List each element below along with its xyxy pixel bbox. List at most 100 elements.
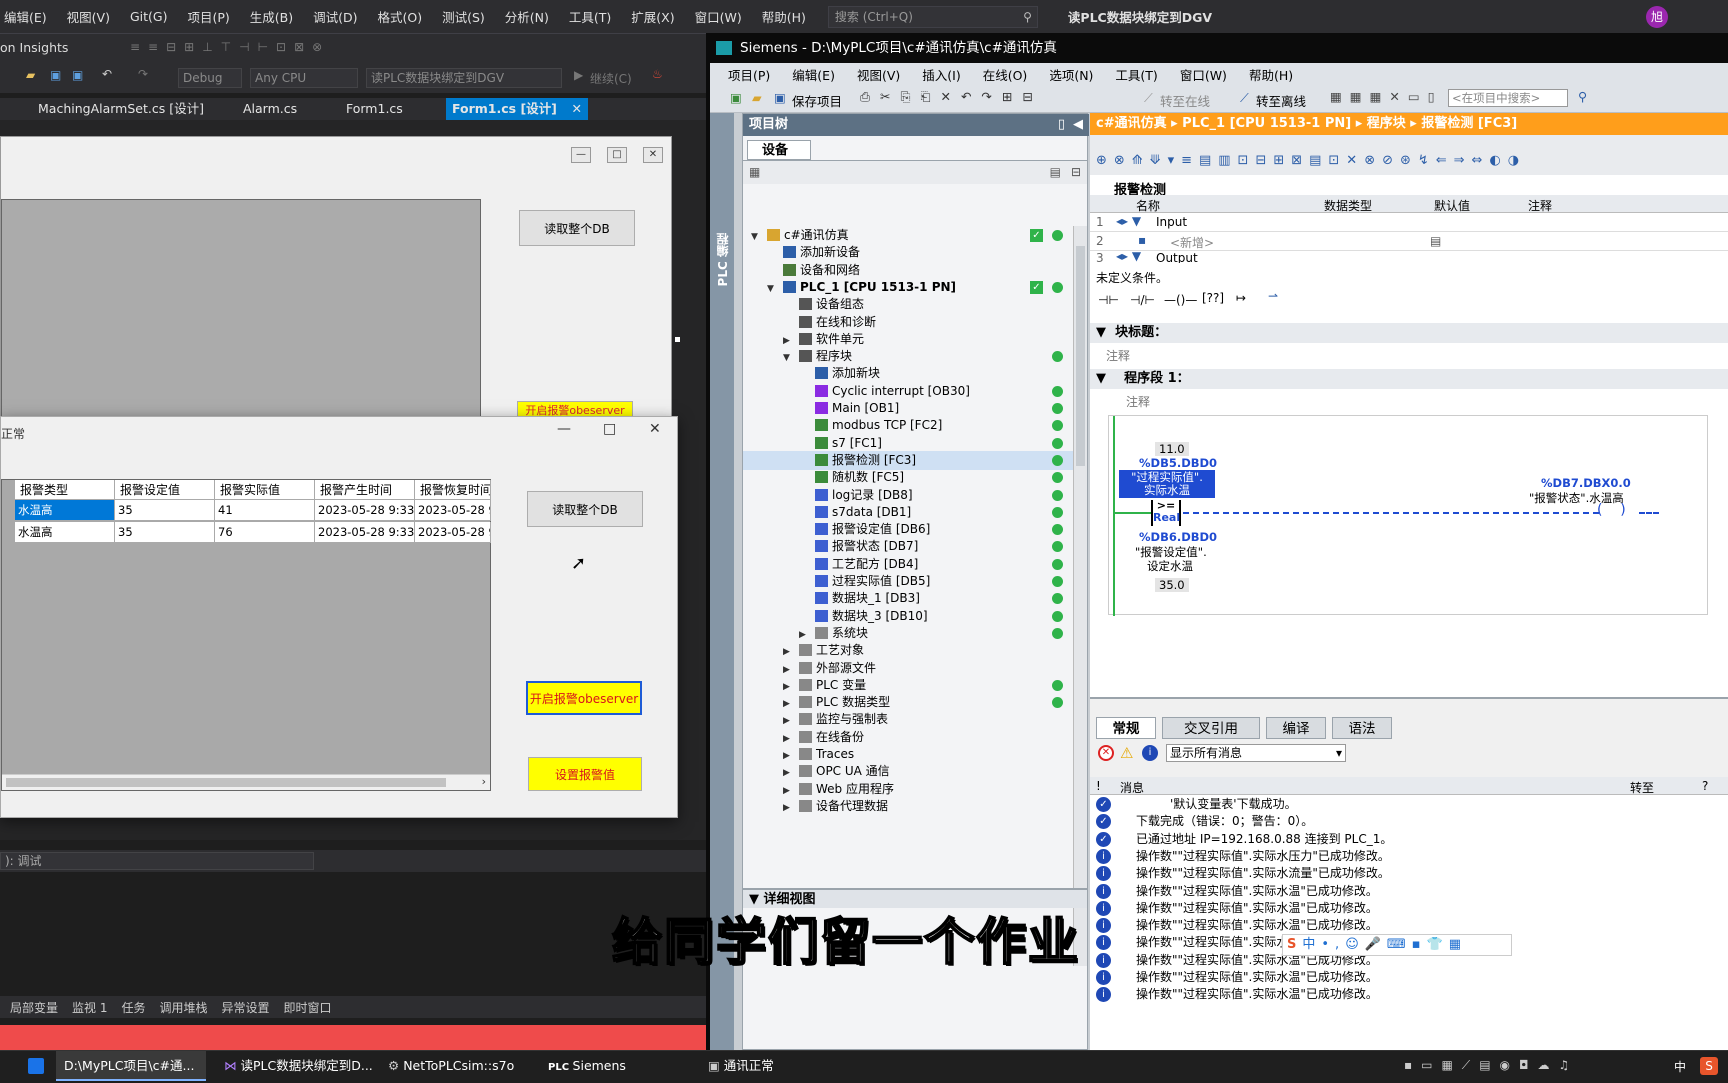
tree-item[interactable]: ▼ PLC_1 [CPU 1513-1 PN] ✓	[743, 278, 1073, 297]
undo-icon[interactable]: ↶	[102, 67, 112, 81]
menu-extensions[interactable]: 扩展(X)	[631, 7, 674, 26]
config-combo[interactable]: Debug	[178, 68, 242, 88]
tab-locals[interactable]: 局部变量	[10, 999, 58, 1016]
menu-edit[interactable]: 编辑(E)	[4, 7, 47, 26]
close-icon[interactable]: ✕	[643, 147, 663, 163]
taskbar-app-icon[interactable]	[28, 1058, 44, 1074]
tree-item[interactable]: ▶ 设备代理数据	[743, 797, 1073, 816]
in1-operand[interactable]: "过程实际值". 实际水温	[1119, 470, 1215, 498]
tree-item[interactable]: ▶ 系统块	[743, 624, 1073, 643]
tree-item[interactable]: ▶ 监控与强制表	[743, 710, 1073, 729]
empty-box-icon[interactable]: [??]	[1202, 291, 1224, 305]
tree-item[interactable]: modbus TCP [FC2]	[743, 416, 1073, 435]
redo-icon[interactable]: ↷	[138, 67, 148, 81]
tree-item[interactable]: 在线和诊断	[743, 313, 1073, 332]
tia-menu-tools[interactable]: 工具(T)	[1115, 65, 1157, 84]
tab-form1-cs[interactable]: Form1.cs	[346, 98, 403, 120]
table-cell[interactable]: 76	[215, 522, 315, 543]
tia-menu-options[interactable]: 选项(N)	[1049, 65, 1093, 84]
minimize-icon[interactable]: —	[571, 147, 591, 163]
save-project-button[interactable]: 保存项目	[792, 91, 842, 110]
continue-label[interactable]: 继续(C)	[590, 70, 632, 87]
table-cell[interactable]: 水温高	[15, 500, 115, 521]
tree-item[interactable]: ▶ PLC 变量	[743, 676, 1073, 695]
chevron-right-icon[interactable]: ›	[482, 775, 486, 788]
devices-tab[interactable]: 设备	[747, 140, 811, 160]
add-new-placeholder[interactable]: <新增>	[1170, 234, 1214, 251]
tree-item[interactable]: ▶ 外部源文件	[743, 659, 1073, 678]
warning-filter-icon[interactable]: ⚠	[1120, 744, 1133, 762]
alarm-datagridview[interactable]: 报警类型 报警设定值 报警实际值 报警产生时间 报警恢复时间 水温高 35 41…	[1, 479, 491, 791]
horizontal-scrollbar[interactable]: ›	[2, 774, 490, 790]
tab-general[interactable]: 常规	[1096, 717, 1156, 739]
tree-item[interactable]: 工艺配方 [DB4]	[743, 555, 1073, 574]
taskbar-item-siemens[interactable]: PLC Siemens	[540, 1051, 690, 1081]
message-row[interactable]: i 操作数""过程实际值".实际水温"已成功修改。	[1090, 882, 1728, 901]
tree-item[interactable]: 添加新块	[743, 364, 1073, 383]
tree-item[interactable]: ▶ Traces	[743, 745, 1073, 764]
tree-item[interactable]: ▶ 在线备份	[743, 728, 1073, 747]
split-view-icon[interactable]: ⊟	[1071, 165, 1081, 179]
vs-search-box[interactable]: 搜索 (Ctrl+Q) ⚲	[827, 5, 1038, 28]
tree-item[interactable]: 报警检测 [FC3]	[743, 450, 1073, 470]
table-cell[interactable]: 41	[215, 500, 315, 521]
maximize-icon[interactable]: □	[607, 147, 627, 163]
tree-item[interactable]: Main [OB1]	[743, 399, 1073, 418]
collapse-icon[interactable]: ◀	[1073, 114, 1083, 136]
tree-item[interactable]: 报警设定值 [DB6]	[743, 520, 1073, 539]
tab-machingalarmset[interactable]: MachingAlarmSet.cs [设计]	[38, 98, 204, 120]
coil-icon[interactable]: —()—	[1164, 293, 1197, 307]
tree-item[interactable]: 数据块_3 [DB10]	[743, 607, 1073, 626]
platform-combo[interactable]: Any CPU	[250, 68, 358, 88]
table-row[interactable]: 3 ◂▸ ▼ Output	[1090, 251, 1728, 263]
table-cell[interactable]: 2023-05-28 9:33	[315, 522, 415, 543]
taskbar-item-tia[interactable]: D:\MyPLC项目\c#通...	[56, 1051, 206, 1081]
tree-item[interactable]: 随机数 [FC5]	[743, 468, 1073, 487]
tree-item[interactable]: log记录 [DB8]	[743, 486, 1073, 505]
block-comment[interactable]: 注释	[1106, 347, 1130, 364]
menu-analyze[interactable]: 分析(N)	[505, 7, 549, 26]
info-filter-icon[interactable]: i	[1142, 745, 1158, 761]
edit-icons[interactable]: ⎙✂⎘⎗✕↶↷⊞⊟	[860, 89, 1043, 105]
scroll-thumb[interactable]	[1076, 246, 1085, 466]
message-filter-select[interactable]: 显示所有消息 ▾	[1166, 744, 1346, 762]
tree-item[interactable]: ▶ PLC 数据类型	[743, 693, 1073, 712]
tree-item[interactable]: ▶ 软件单元	[743, 330, 1073, 349]
menu-git[interactable]: Git(G)	[130, 9, 168, 24]
table-cell[interactable]: 2023-05-28 9:33	[315, 500, 415, 521]
runtime-form[interactable]: 正常 — □ ✕ 报警类型 报警设定值 报警实际值 报警产生时间 报警恢复时间 …	[0, 416, 678, 818]
message-row[interactable]: i 操作数""过程实际值".实际水温"已成功修改。	[1090, 985, 1728, 1004]
tia-menu-project[interactable]: 项目(P)	[728, 65, 770, 84]
table-cell[interactable]: 2023-05-28 9	[415, 500, 491, 521]
save-all-icon[interactable]: ▣	[72, 68, 83, 82]
nc-contact-icon[interactable]: ⊣/⊢	[1130, 293, 1155, 307]
tia-search-input[interactable]: <在项目中搜索>	[1448, 89, 1568, 107]
branch-open-icon[interactable]: ↦	[1236, 291, 1246, 305]
col-header-recover[interactable]: 报警恢复时间	[415, 480, 491, 500]
designer-form[interactable]: — □ ✕ 读取整个DB 开启报警obeserver	[0, 136, 680, 439]
tree-item[interactable]: 设备和网络	[743, 261, 1073, 280]
tray-ime[interactable]: 中	[1674, 1058, 1686, 1075]
tab-syntax[interactable]: 语法	[1332, 717, 1392, 739]
tia-menu-help[interactable]: 帮助(H)	[1249, 65, 1293, 84]
compare-contact[interactable]: >= Real	[1151, 500, 1181, 526]
table-row[interactable]: 1 ◂▸ ▼ Input	[1090, 213, 1728, 232]
menu-build[interactable]: 生成(B)	[250, 7, 293, 26]
error-filter-icon[interactable]: ✕	[1098, 745, 1114, 761]
set-alarm-button[interactable]: 设置报警值	[528, 757, 642, 791]
designer-dgv[interactable]	[1, 199, 481, 439]
go-offline-button[interactable]: 转至离线	[1256, 91, 1306, 110]
ime-tool-icons[interactable]: •,☺🎤⌨▪👕▦	[1321, 937, 1467, 952]
message-row[interactable]: i 操作数""过程实际值".实际水流量"已成功修改。	[1090, 864, 1728, 883]
open-icon[interactable]: ▰	[26, 68, 35, 82]
network-comment[interactable]: 注释	[1126, 393, 1150, 410]
tree-item[interactable]: 过程实际值 [DB5]	[743, 572, 1073, 591]
tree-item[interactable]: s7 [FC1]	[743, 434, 1073, 453]
tia-menu-view[interactable]: 视图(V)	[857, 65, 900, 84]
tree-item[interactable]: s7data [DB1]	[743, 503, 1073, 522]
tia-menu-edit[interactable]: 编辑(E)	[792, 65, 835, 84]
tia-menu-online[interactable]: 在线(O)	[983, 65, 1028, 84]
new-project-icon[interactable]: ▣	[730, 90, 742, 105]
continue-icon[interactable]: ▶	[574, 68, 583, 82]
col-header-setpoint[interactable]: 报警设定值	[115, 480, 215, 500]
